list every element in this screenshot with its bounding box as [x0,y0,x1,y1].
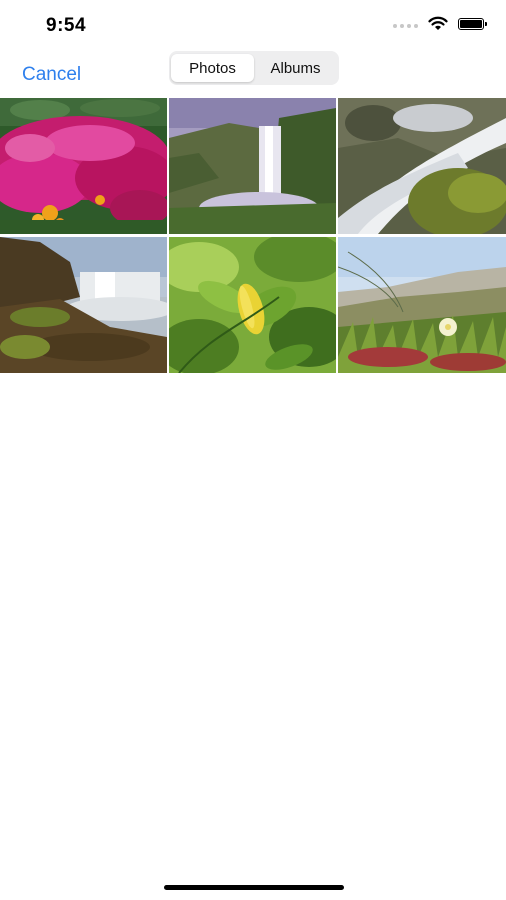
photos-albums-segmented-control: Photos Albums [169,51,339,85]
cancel-button[interactable]: Cancel [22,64,81,86]
battery-icon [458,17,487,30]
photo-thumbnail-waterfall-cliff[interactable] [0,237,167,373]
status-bar: 9:54 [0,0,506,52]
photo-grid [0,98,506,373]
photo-thumbnail-coastal-grass[interactable] [338,237,506,373]
navigation-bar: Cancel Photos Albums [0,48,506,96]
wifi-icon [428,16,448,30]
cellular-signal-icon [393,23,418,28]
status-time: 9:54 [46,15,87,36]
photo-thumbnail-flowers[interactable] [0,98,167,234]
photo-thumbnail-stream-rocks[interactable] [338,98,506,234]
home-indicator [164,885,344,890]
status-icons [393,16,487,31]
segment-albums[interactable]: Albums [254,54,337,82]
photo-thumbnail-waterfall-valley[interactable] [169,98,336,234]
segment-photos[interactable]: Photos [171,54,254,82]
photo-thumbnail-leaves[interactable] [169,237,336,373]
